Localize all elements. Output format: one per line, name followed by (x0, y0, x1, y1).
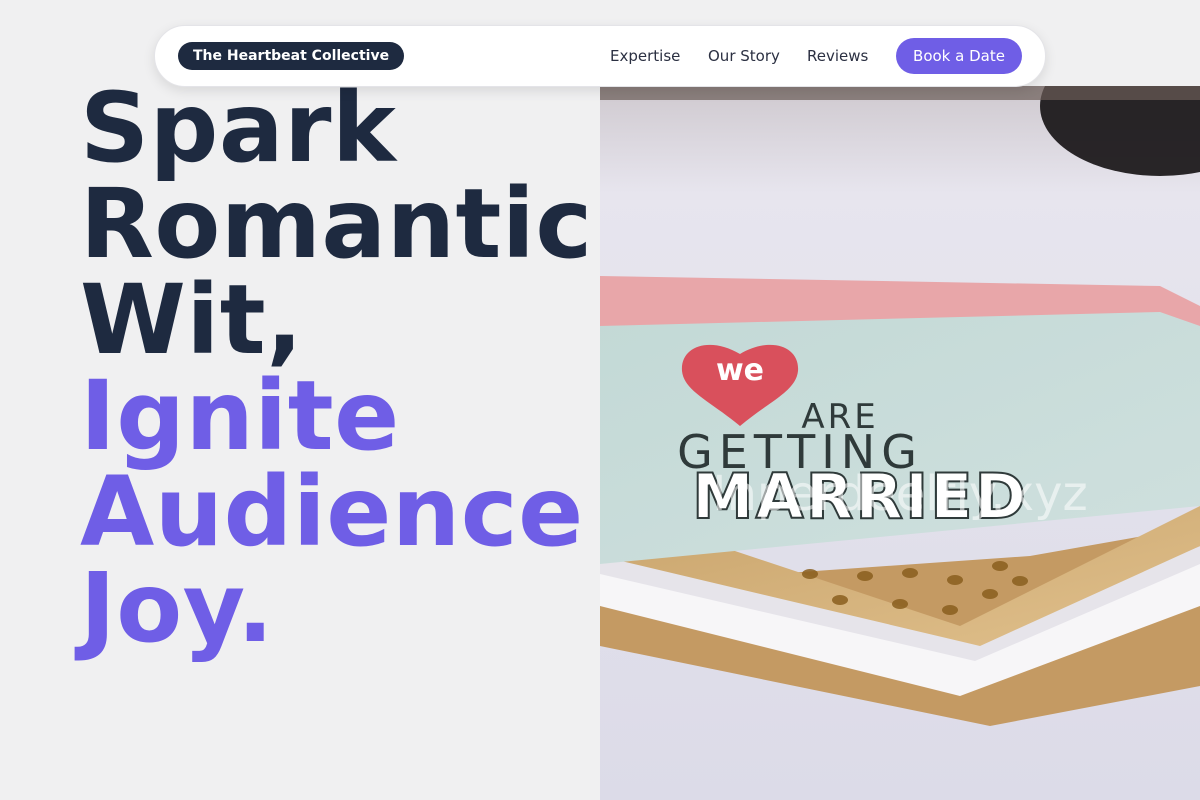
nav-link-reviews[interactable]: Reviews (807, 46, 868, 66)
hero-image: we ARE GETTING MARRIED Inperdeelfly.xyz (600, 86, 1200, 800)
nav-link-expertise[interactable]: Expertise (610, 46, 680, 66)
brand-logo[interactable]: The Heartbeat Collective (178, 42, 405, 70)
headline-accent-line-2: Audience (80, 456, 584, 568)
card-we-text: we (716, 353, 764, 388)
nav-link-our-story[interactable]: Our Story (708, 46, 780, 66)
hero-headline: Spark Romantic Wit, Ignite Audience Joy. (80, 80, 595, 656)
headline-accent-line-3: Joy. (80, 552, 274, 664)
headline-line-1: Spark (80, 72, 397, 184)
image-watermark: Inperdeelfly.xyz (712, 466, 1087, 522)
headline-line-2: Romantic (80, 168, 593, 280)
top-navbar: The Heartbeat Collective Expertise Our S… (154, 25, 1046, 87)
book-a-date-button[interactable]: Book a Date (896, 38, 1022, 74)
headline-line-3: Wit, (80, 264, 304, 376)
headline-accent-line-1: Ignite (80, 360, 400, 472)
